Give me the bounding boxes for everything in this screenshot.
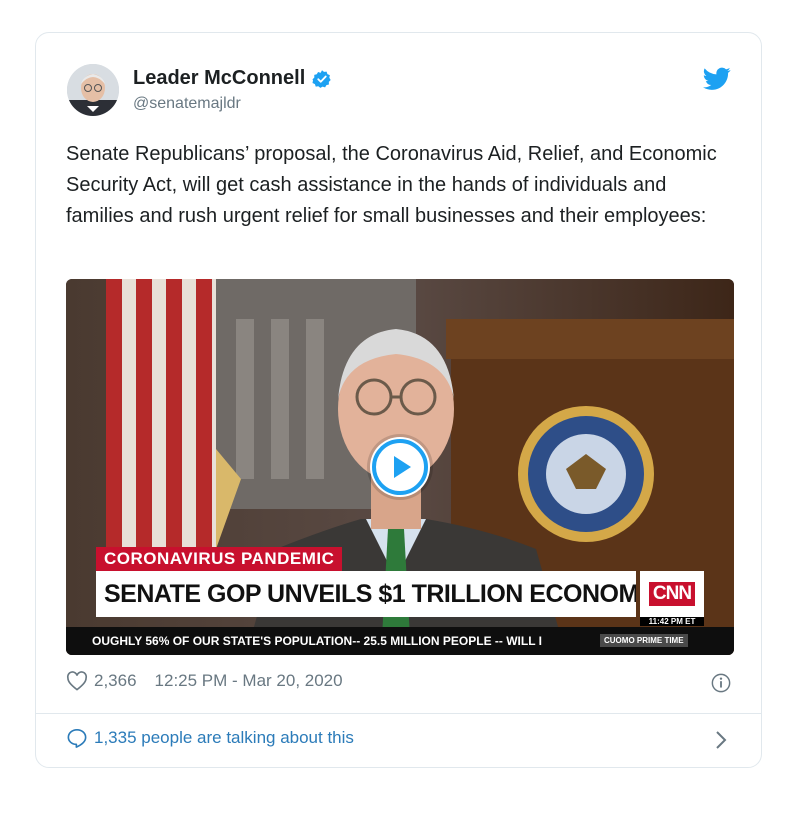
network-logo-text: CNN <box>648 582 696 606</box>
author-row[interactable]: Leader McConnell <box>133 67 332 90</box>
play-icon <box>372 439 428 495</box>
tweet-meta: 2,366 12:25 PM - Mar 20, 2020 <box>66 671 343 691</box>
conversation-link[interactable]: 1,335 people are talking about this <box>66 728 354 748</box>
avatar[interactable] <box>67 64 119 116</box>
heart-icon[interactable] <box>66 671 88 691</box>
verified-badge-icon <box>312 69 331 88</box>
comment-bubble-icon <box>67 729 87 748</box>
author-name[interactable]: Leader McConnell <box>133 67 305 90</box>
conversation-label[interactable]: 1,335 people are talking about this <box>94 728 354 748</box>
tweet-timestamp[interactable]: 12:25 PM - Mar 20, 2020 <box>155 671 343 691</box>
banner-main: SENATE GOP UNVEILS $1 TRILLION ECONOMIC … <box>96 571 636 617</box>
tweet-text: Senate Republicans’ proposal, the Corona… <box>66 143 717 227</box>
tweet-card: Leader McConnell @senatemajldr Senate Re… <box>35 32 762 768</box>
twitter-bird-icon[interactable] <box>703 67 731 91</box>
play-button[interactable] <box>370 437 430 497</box>
info-icon[interactable] <box>711 673 731 693</box>
divider <box>36 713 761 714</box>
like-count[interactable]: 2,366 <box>94 671 137 691</box>
show-tag: CUOMO PRIME TIME <box>600 634 688 647</box>
author-handle[interactable]: @senatemajldr <box>133 95 241 113</box>
broadcast-time: 11:42 PM ET <box>640 617 704 626</box>
banner-top: CORONAVIRUS PANDEMIC <box>96 547 343 571</box>
chevron-right-icon[interactable] <box>715 730 727 750</box>
network-logo: CNN <box>640 571 704 617</box>
video-player[interactable]: CORONAVIRUS PANDEMIC SENATE GOP UNVEILS … <box>66 279 734 655</box>
